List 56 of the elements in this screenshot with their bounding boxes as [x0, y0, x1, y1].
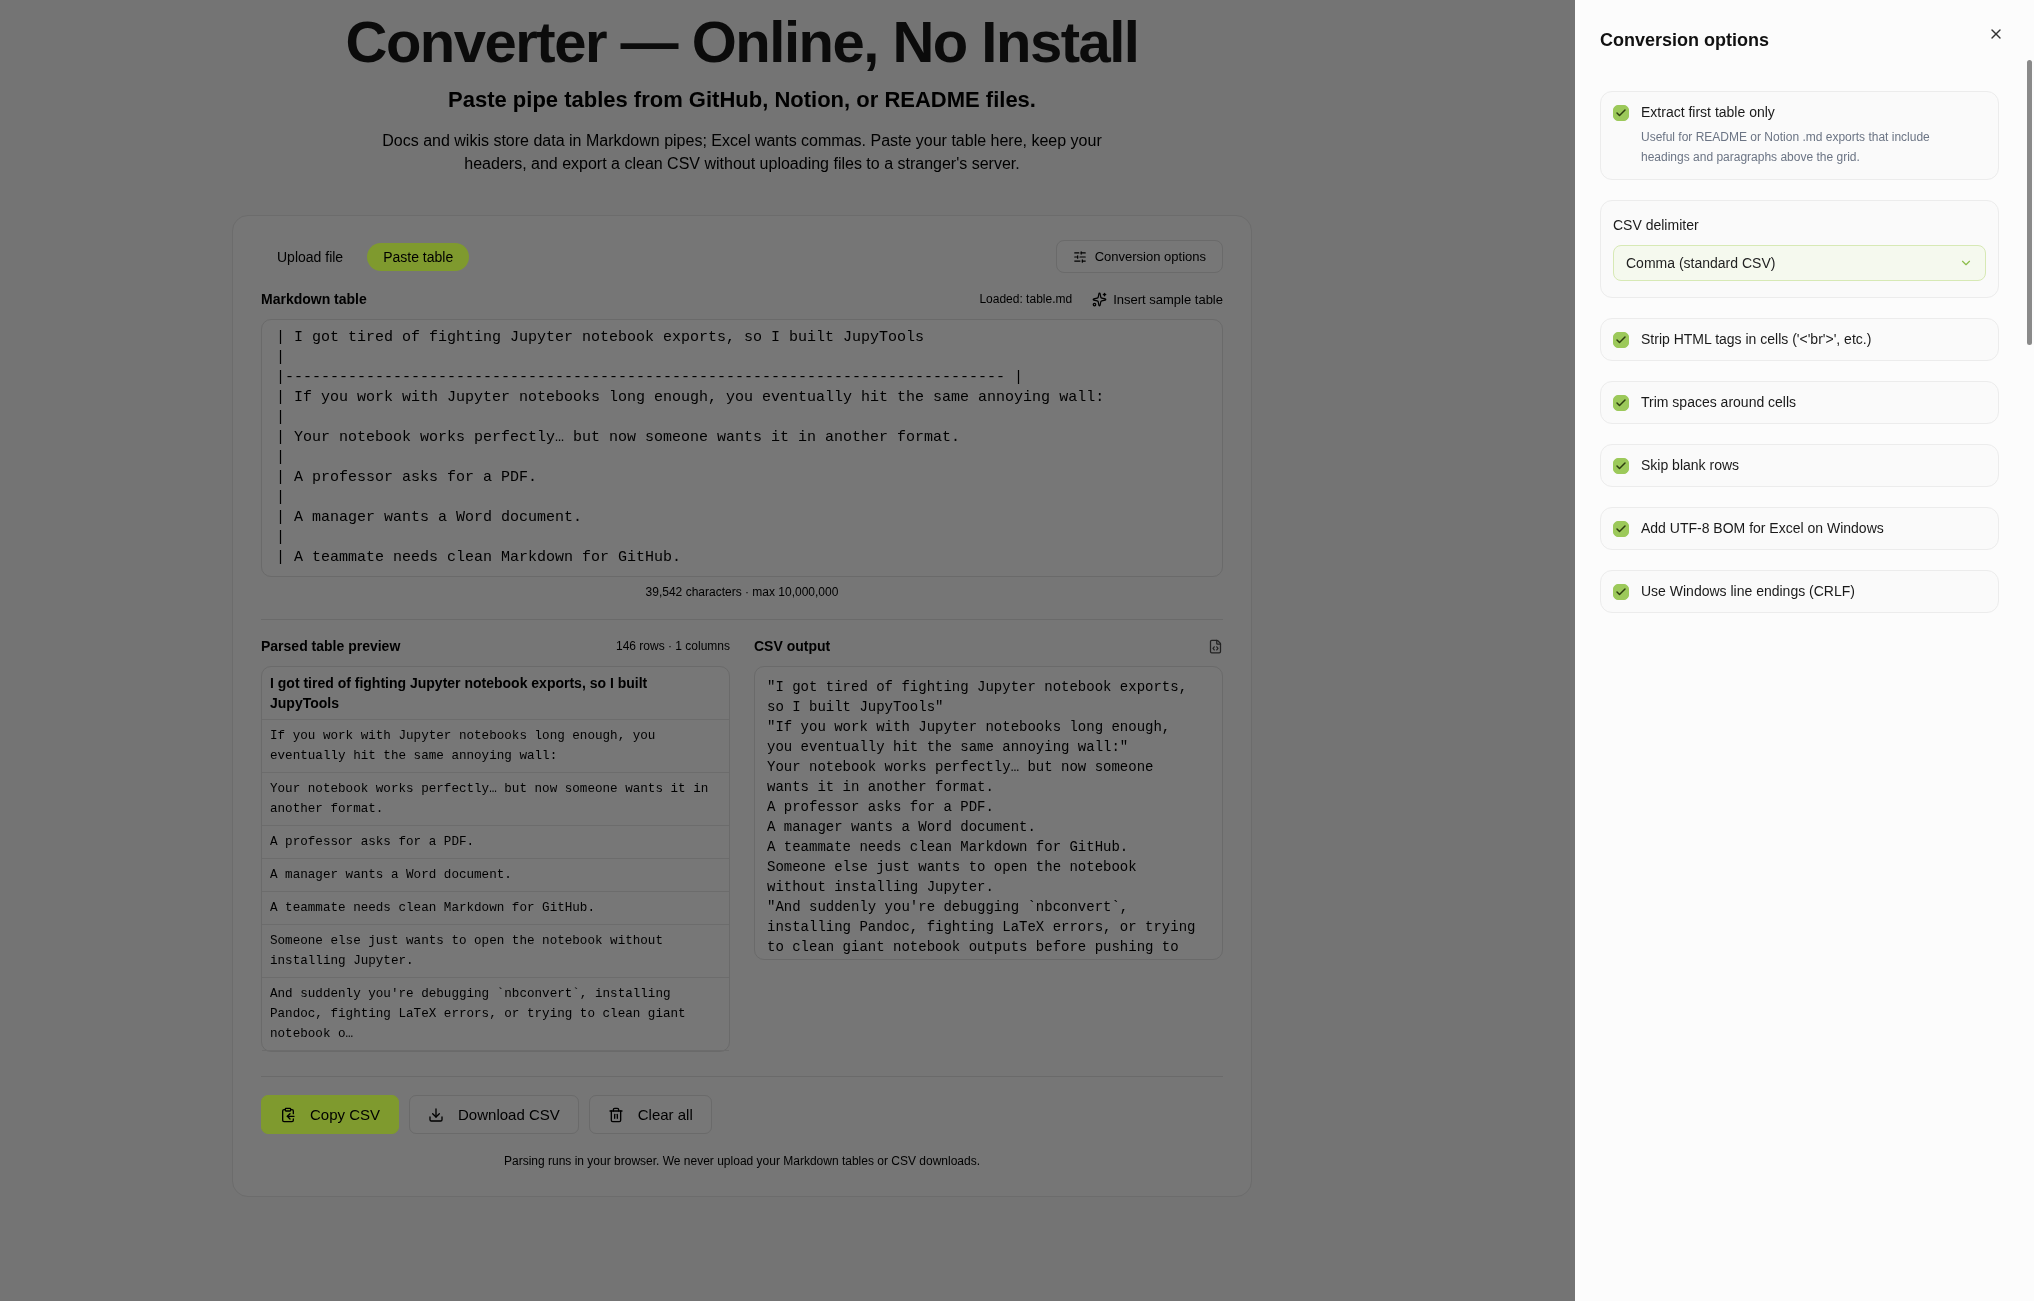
mode-tab[interactable]: Upload file: [261, 242, 360, 271]
check-icon: [1615, 586, 1627, 598]
privacy-note: Parsing runs in your browser. We never upload your Markdown tables or CSV downloads.: [503, 1154, 981, 1168]
panel-title: Conversion options: [1600, 30, 1769, 51]
page-description: Docs and wikis store data in Markdown pipes; Excel wants commas. Paste your table here, keep your headers, and export a clean CSV without uploading files to a stranger's server.: [381, 131, 1103, 174]
table-cell: A manager wants a Word document.: [262, 859, 729, 892]
loaded-file: Loaded: table.md: [979, 292, 1073, 306]
option-description: Useful for README or Notion .md exports that include headings and paragraphs above the grid.: [1641, 129, 1931, 166]
checkbox[interactable]: [1613, 521, 1629, 537]
check-icon: [1615, 107, 1627, 119]
table-cell: A teammate needs clean Markdown for GitHub.: [262, 892, 729, 925]
delimiter-select[interactable]: Comma (standard CSV): [1613, 245, 1986, 281]
header-cell: I got tired of fighting Jupyter notebook exports, so I built JupyTools: [262, 667, 729, 720]
check-icon: [1615, 334, 1627, 346]
option-label: Extract first table only: [1641, 104, 1775, 120]
trash-icon: [607, 1106, 624, 1123]
select-label: CSV delimiter: [1613, 217, 1700, 233]
preview-title: Parsed table preview: [261, 638, 401, 654]
csv-output[interactable]: "I got tired of fighting Jupyter notebook exports, so I built JupyTools" "If you work with Jupyter notebooks long enough, you eventually hit the same annoying wall:" Your notebook works perfectly… but now someone wants it in another format. A professor asks for a PDF. A manager wants a Word document. A teammate needs clean Markdown for GitHub. Someone else just wants to open the notebook without installing Jupyter. "And suddenly you're debugging `nbconvert`, installing Pandoc, fighting LaTeX errors, or trying to clean giant notebook outputs before pushing to: [754, 666, 1223, 960]
sliders-icon: [1072, 249, 1087, 264]
table-cell: A professor asks for a PDF.: [262, 826, 729, 859]
character-counter: 39,542 characters · max 10,000,000: [645, 585, 839, 599]
checkbox[interactable]: [1613, 105, 1629, 121]
scrollbar[interactable]: [2027, 60, 2032, 345]
file-code-icon[interactable]: [1208, 638, 1223, 654]
page-title: Converter — Online, No Install: [345, 8, 1139, 75]
input-label: Markdown table: [261, 291, 367, 307]
insert-sample-button[interactable]: Insert sample table: [1092, 291, 1223, 307]
table-cell: If you work with Jupyter notebooks long enough, you eventually hit the same annoying wall:: [262, 720, 729, 773]
table-cell: Your notebook works perfectly… but now someone wants it in another format.: [262, 773, 729, 826]
checkbox[interactable]: [1613, 458, 1629, 474]
preview-meta: 146 rows · 1 columns: [615, 639, 730, 653]
option-label: Add UTF-8 BOM for Excel on Windows: [1641, 520, 1884, 536]
option-label: Skip blank rows: [1641, 457, 1740, 473]
option-label: Strip HTML tags in cells ('<'br'>', etc.): [1641, 331, 1872, 347]
page-subtitle: Paste pipe tables from GitHub, Notion, or README files.: [448, 87, 1036, 113]
clear-button[interactable]: Clear all: [588, 1095, 712, 1134]
sparkle-icon: [1092, 291, 1108, 307]
markdown-input[interactable]: | I got tired of fighting Jupyter notebook exports, so I built JupyTools | |-------------------------------------------------------------------------------- | | If you work with Jupyter notebooks long enough, you eventually hit the same annoying wall: | | Your notebook works perfectly… but now someone wants it in another format. | | A professor asks for a PDF. | | A manager wants a Word document. | | A teammate needs clean Markdown for GitHub.: [261, 319, 1223, 577]
download-icon: [428, 1106, 445, 1123]
option-label: Use Windows line endings (CRLF): [1641, 583, 1855, 599]
checkbox[interactable]: [1613, 584, 1629, 600]
option-label: Trim spaces around cells: [1641, 394, 1797, 410]
output-title: CSV output: [754, 638, 831, 654]
checkbox[interactable]: [1613, 395, 1629, 411]
check-icon: [1615, 523, 1627, 535]
mode-tab[interactable]: Paste table: [367, 242, 470, 271]
table-cell: Someone else just wants to open the notebook without installing Jupyter.: [262, 925, 729, 978]
check-icon: [1615, 460, 1627, 472]
download-button[interactable]: Download CSV: [409, 1095, 579, 1134]
conversion-options-button[interactable]: Conversion options: [1055, 240, 1223, 273]
table-cell: And suddenly you're debugging `nbconvert`, installing Pandoc, fighting LaTeX errors, or trying to clean giant notebook o…: [262, 978, 729, 1051]
checkbox[interactable]: [1613, 332, 1629, 348]
check-icon: [1615, 397, 1627, 409]
clipboard-icon: [280, 1106, 296, 1123]
copy-button[interactable]: Copy CSV: [261, 1095, 400, 1134]
